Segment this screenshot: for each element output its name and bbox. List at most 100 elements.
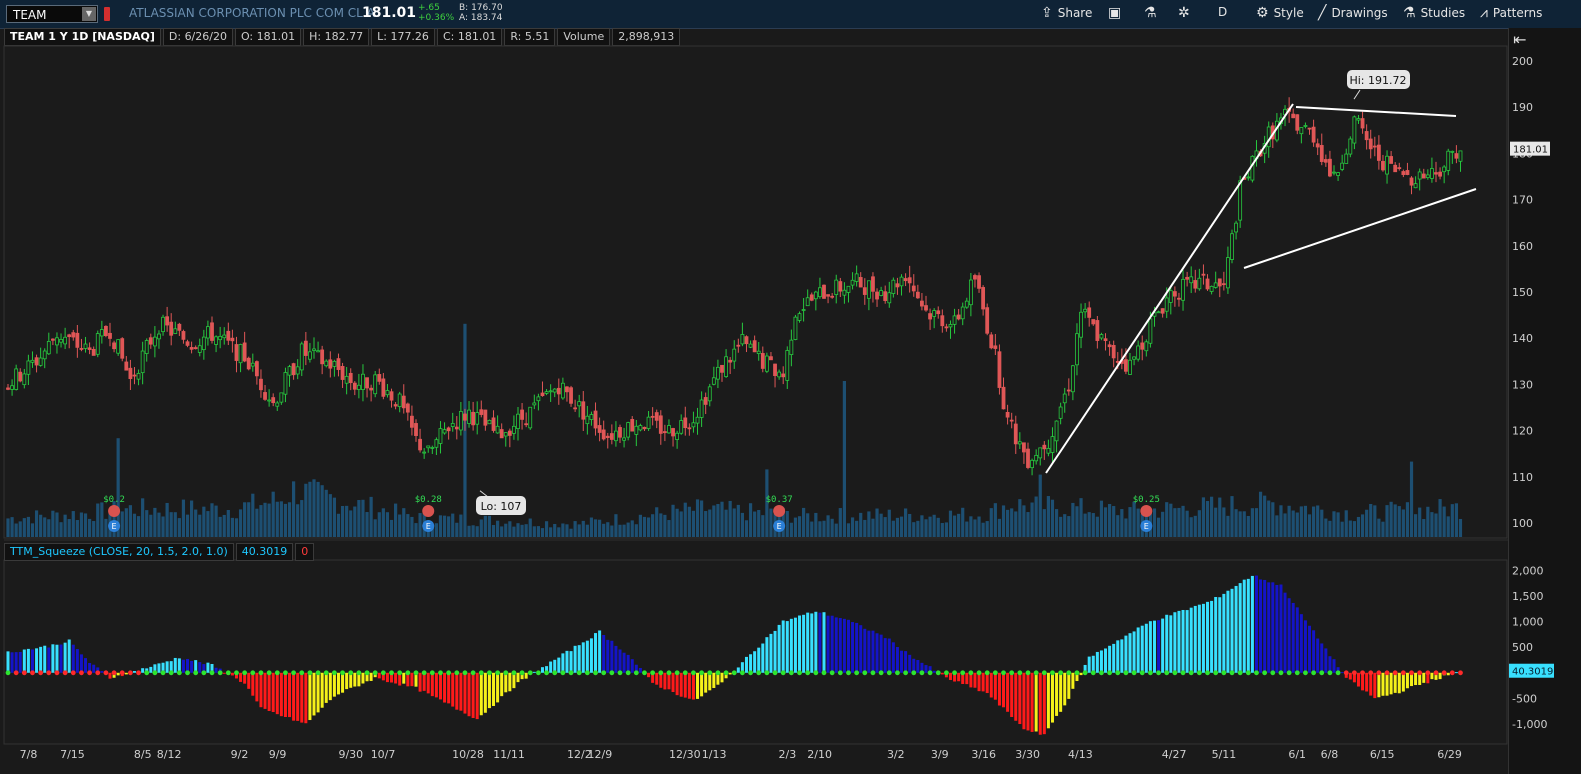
candle-body: [193, 347, 198, 350]
date-tick: 5/11: [1212, 748, 1237, 761]
momentum-bar: [84, 658, 88, 673]
date-tick: 7/15: [60, 748, 85, 761]
volume-bar: [59, 522, 63, 537]
momentum-bar: [691, 672, 695, 700]
candle-body: [605, 435, 610, 438]
momentum-bar: [132, 671, 136, 673]
candle-body: [267, 399, 272, 402]
volume-bar: [1442, 506, 1446, 537]
candle-body: [157, 333, 161, 340]
momentum-bar: [524, 672, 528, 679]
volume-bar: [679, 511, 683, 537]
momentum-bar: [1238, 583, 1242, 673]
price-tick: 200: [1512, 55, 1533, 68]
volume-bar: [308, 481, 312, 537]
volume-bar: [1312, 506, 1316, 537]
squeeze-dot: [519, 670, 525, 676]
squeeze-dot: [274, 670, 280, 676]
candle-body: [536, 396, 541, 402]
candle-body: [1132, 356, 1136, 360]
squeeze-dot: [1164, 670, 1170, 676]
volume-bar: [206, 511, 210, 537]
candle-body: [1136, 345, 1141, 360]
momentum-bar: [1169, 615, 1173, 673]
price-tick: 170: [1512, 194, 1533, 207]
dividend-icon: [422, 505, 435, 517]
candle-body: [1075, 333, 1079, 366]
candle-body: [997, 351, 1002, 388]
volume-bar: [165, 502, 169, 537]
volume-bar: [512, 526, 516, 537]
candle-body: [720, 364, 724, 373]
momentum-bar: [430, 672, 434, 697]
momentum-bar: [1059, 672, 1063, 712]
volume-bar: [1079, 498, 1083, 537]
price-chart[interactable]: Hi: 191.72 Lo: 107 $0.2 E $0.28 E $0.37 E $0.25 E…: [0, 0, 1581, 774]
momentum-bar: [679, 672, 683, 697]
candle-body: [271, 397, 276, 404]
candle-body: [797, 313, 802, 321]
squeeze-dot: [1172, 670, 1178, 676]
volume-bar: [243, 502, 247, 537]
candle-body: [1291, 113, 1296, 119]
candle-body: [789, 339, 794, 356]
squeeze-dot: [144, 670, 150, 676]
momentum-bar: [267, 672, 271, 711]
volume-bar: [859, 512, 863, 537]
momentum-bar: [487, 672, 491, 709]
candle-body: [1381, 160, 1385, 171]
candle-body: [340, 366, 345, 380]
volume-bar: [585, 524, 589, 537]
date-tick: 3/2: [887, 748, 905, 761]
momentum-bar: [948, 672, 952, 680]
volume-bar: [283, 503, 288, 537]
volume-bar: [675, 508, 679, 537]
momentum-bar: [744, 656, 748, 673]
squeeze-dot: [87, 670, 92, 676]
candle-body: [75, 332, 80, 348]
squeeze-dot: [797, 670, 802, 676]
candle-body: [1160, 308, 1165, 314]
momentum-bar: [292, 672, 296, 721]
squeeze-dot: [429, 670, 435, 676]
candle-body: [226, 330, 231, 341]
candle-body: [516, 413, 520, 430]
squeeze-dot: [609, 670, 615, 676]
squeeze-dot: [299, 670, 305, 676]
candle-body: [1099, 334, 1104, 339]
volume-bar: [610, 525, 614, 537]
volume-bar: [10, 517, 14, 537]
momentum-bar: [838, 618, 842, 673]
volume-bar: [1295, 512, 1299, 537]
momentum-bar: [957, 672, 961, 682]
volume-bar: [761, 515, 765, 537]
volume-bar: [614, 514, 618, 537]
candle-body: [87, 347, 92, 350]
squeeze-dot: [201, 670, 207, 676]
candle-body: [1177, 297, 1181, 300]
candle-body: [148, 337, 153, 345]
momentum-bar: [190, 660, 194, 673]
momentum-bar: [283, 672, 287, 718]
volume-bar: [1087, 512, 1091, 537]
volume-bar: [316, 481, 320, 537]
candle-body: [1409, 177, 1414, 186]
momentum-bar: [463, 672, 467, 714]
squeeze-dot: [1319, 670, 1325, 676]
volume-bar: [1136, 508, 1140, 537]
collapse-icon[interactable]: ⇤: [1513, 30, 1531, 49]
candle-body: [1376, 144, 1381, 161]
price-tick: 120: [1512, 425, 1533, 438]
candle-body: [450, 423, 455, 427]
momentum-bar: [1303, 620, 1307, 673]
volume-bar: [630, 520, 634, 537]
momentum-bar: [1055, 672, 1059, 716]
momentum-bar: [1144, 623, 1148, 673]
volume-bar: [871, 518, 875, 537]
momentum-bar: [418, 672, 422, 692]
volume-bar: [1446, 516, 1450, 537]
volume-bar: [952, 515, 957, 537]
date-tick: 4/27: [1162, 748, 1187, 761]
candle-body: [658, 415, 663, 434]
candle-body: [528, 406, 533, 429]
